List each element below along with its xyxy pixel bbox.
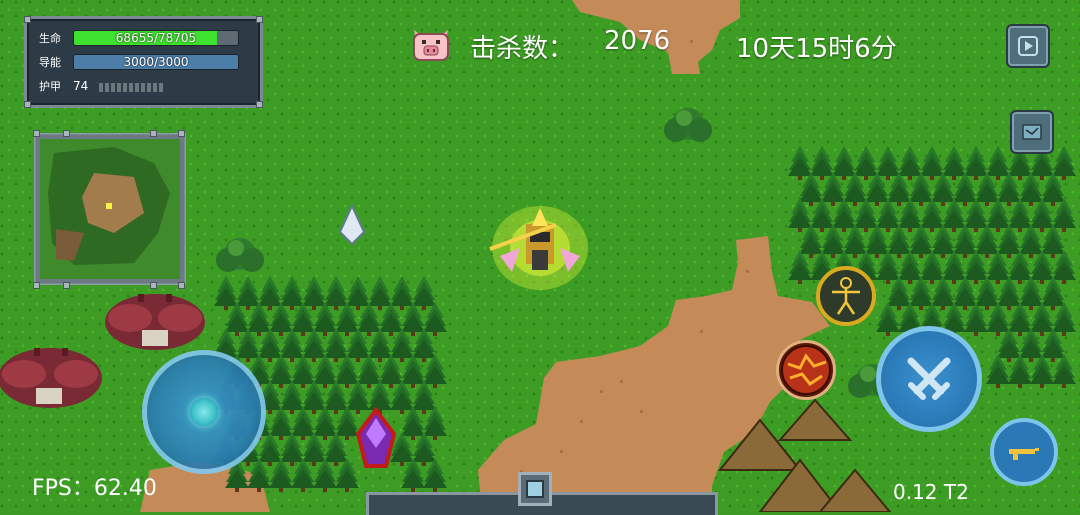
hp-value: 68655/78705 xyxy=(115,31,197,45)
armor-label: 护甲 xyxy=(39,80,61,93)
map-button[interactable] xyxy=(1010,110,1054,154)
armor-row: 护甲 74 xyxy=(39,77,165,95)
ammo-bar: 3000/3000 xyxy=(73,54,239,70)
hp-bar: 68655/78705 xyxy=(73,30,239,46)
minimap[interactable] xyxy=(34,133,186,285)
ammo-value: 3000/3000 xyxy=(123,55,189,69)
version-label: 0.12 T2 xyxy=(893,480,969,504)
character-skill-button[interactable] xyxy=(816,266,876,326)
movement-joystick[interactable] xyxy=(142,350,266,474)
ammo-row: 导能 3000/3000 xyxy=(39,53,239,71)
game-clock: 10天15时6分 xyxy=(736,34,897,64)
kill-count-label: 击杀数： xyxy=(470,34,575,64)
pause-button[interactable] xyxy=(1006,24,1050,68)
inventory-gem-icon xyxy=(526,480,544,498)
kill-count-value: 2076 xyxy=(604,26,671,56)
fps-counter: FPS：62.40 xyxy=(32,476,157,501)
crossed-swords-icon xyxy=(907,357,951,400)
magma-orb-icon xyxy=(781,345,831,395)
attack-button[interactable] xyxy=(876,326,982,432)
ammo-label: 导能 xyxy=(39,56,61,69)
pig-face-icon xyxy=(413,30,449,61)
hp-label: 生命 xyxy=(39,32,61,45)
armor-value: 74 xyxy=(73,79,89,93)
player-stats-panel: 生命 68655/78705 导能 3000/3000 护甲 74 xyxy=(24,16,263,108)
inventory-toggle[interactable] xyxy=(518,472,552,506)
hp-row: 生命 68655/78705 xyxy=(39,29,239,47)
weapon-switch-button[interactable] xyxy=(990,418,1058,486)
humanoid-figure-icon xyxy=(832,277,860,315)
gun-icon xyxy=(1009,448,1039,460)
play-pause-icon xyxy=(1018,36,1038,56)
fire-skill-button[interactable] xyxy=(776,340,836,400)
map-scroll-icon xyxy=(1022,124,1042,140)
joystick-icon xyxy=(190,398,218,426)
armor-segments xyxy=(99,77,165,96)
